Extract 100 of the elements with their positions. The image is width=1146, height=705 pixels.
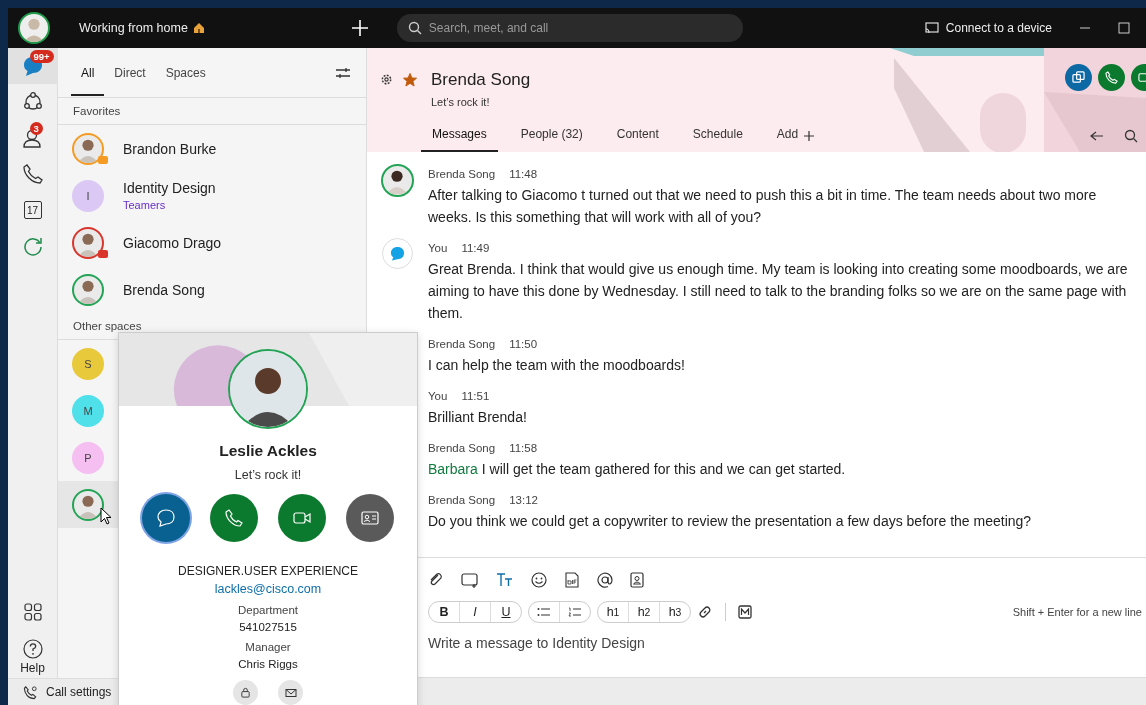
mention-icon[interactable] [597,572,613,588]
sender-name: Brenda Song [428,338,496,350]
chat-button[interactable] [142,494,190,542]
shortcut-hint: Shift + Enter for a new line [1012,606,1142,618]
space-tab[interactable]: Messages [421,119,498,152]
whiteboard-icon[interactable] [461,572,479,588]
message-time: 13:12 [509,494,538,506]
envelope-icon [284,686,297,699]
bullet-list-icon [537,607,551,617]
user-avatar[interactable] [18,12,50,44]
refresh-icon [21,235,44,257]
help-label[interactable]: Help [20,661,45,675]
conversation-name: Identity Design [123,180,216,196]
call-settings-button[interactable]: Call settings [8,678,118,705]
phone-icon [1105,71,1118,84]
message-time: 11:51 [461,390,490,402]
gif-icon[interactable] [564,572,580,588]
conversation-item[interactable] [58,481,118,528]
contact-button[interactable] [346,494,394,542]
call-button[interactable] [210,494,258,542]
unread-badge: 99+ [29,50,54,63]
help-icon[interactable] [22,639,43,659]
numbered-list-icon [568,607,582,617]
favorite-star-icon[interactable] [403,73,417,87]
space-tab[interactable]: Schedule [681,119,754,152]
message-text: Barbara I will get the team gathered for this and we can get started. [428,460,847,479]
contact-status: Let’s rock it! [234,468,302,482]
format-button[interactable]: B [429,602,459,622]
conversation-item[interactable]: I Identity Design Teamers [58,172,366,219]
space-avatar: S [72,347,104,380]
sender-name: You [428,242,448,254]
screen-share-icon[interactable] [924,22,939,34]
field-label: Department [237,604,299,616]
filter-tab[interactable]: All [71,49,105,96]
conversation-item[interactable]: Brenda Song [58,266,366,313]
unread-badge: 3 [29,122,43,135]
conversation-item[interactable]: S [58,340,118,387]
contact-card-icon[interactable] [630,572,644,588]
markdown-icon[interactable] [738,605,752,619]
mouse-cursor-icon [100,507,112,525]
nav-item[interactable]: 99+ [8,48,58,84]
conversation-item[interactable]: P [58,434,118,481]
format-button[interactable]: I [459,602,490,622]
search-icon[interactable] [1124,128,1138,143]
lock-icon [240,687,251,698]
message-text: After talking to Giacomo t turned out that we need to push this a bit in time. The team needs about two more weeks. Is this something that will work with all of you? [428,186,1098,227]
space-title: Brenda Song [431,70,531,90]
maximize-icon[interactable] [1117,22,1130,34]
add-icon[interactable] [804,130,815,141]
filter-tab[interactable]: Spaces [155,49,216,96]
plus-icon[interactable] [350,19,369,37]
nav-item[interactable]: 17 [8,192,58,228]
emoji-icon[interactable] [531,572,547,588]
section-header: Favorites [58,98,366,125]
message-time: 11:49 [461,242,490,254]
space-avatar: I [72,179,104,212]
message-text: Do you think we could get a copywriter to review the presentation a few days before the meeting? [428,512,1033,531]
space-status: Let’s rock it! [431,96,491,108]
message-text: I can help the team with the moodboards! [428,356,686,375]
filter-tab[interactable]: Direct [104,49,156,96]
field-label: Manager [245,641,291,653]
email-button[interactable] [278,680,303,705]
sender-name: Brenda Song [428,442,496,454]
format-button[interactable]: U [490,602,521,622]
sender-avatar [381,164,414,197]
space-tab[interactable]: People (32) [509,119,594,152]
sender-name: Brenda Song [428,168,496,180]
space-tab[interactable]: Add [765,119,805,152]
chat-icon [156,508,176,528]
message-time: 11:48 [509,168,538,180]
sender-name: You [428,390,448,402]
email-link[interactable]: lackles@cisco.com [214,582,322,596]
message-time: 11:58 [509,442,538,454]
status-text[interactable]: Working from home [79,21,188,35]
conversation-item[interactable]: Giacomo Drago [58,219,366,266]
text-format-icon[interactable] [496,572,514,588]
conversation-item[interactable]: Brandon Burke [58,125,366,172]
apps-icon[interactable] [23,603,42,621]
space-tab[interactable]: Content [605,119,670,152]
connect-device-link[interactable]: Connect to a device [945,21,1052,35]
conversation-name: Brenda Song [123,281,205,298]
space-avatar: M [72,394,104,427]
message-time: 11:50 [509,338,538,350]
video-button[interactable] [278,494,326,542]
lock-button[interactable] [233,680,258,705]
search-field[interactable]: Search, meet, and call [396,14,743,42]
sender-avatar [382,238,413,269]
nav-item[interactable]: 3 [8,120,58,156]
conversation-name: Giacomo Drago [123,234,222,251]
filter-icon[interactable] [335,66,351,79]
settings-icon[interactable] [380,73,393,86]
attach-icon[interactable] [428,572,444,588]
sender-name: Brenda Song [428,494,496,506]
link-icon[interactable] [697,604,713,620]
phone-settings-icon [23,684,38,700]
house-icon [192,22,205,34]
conversation-item[interactable]: M [58,387,118,434]
calendar-icon: 17 [23,201,42,219]
conversation-name: Brandon Burke [123,140,217,157]
space-avatar: P [72,441,104,474]
